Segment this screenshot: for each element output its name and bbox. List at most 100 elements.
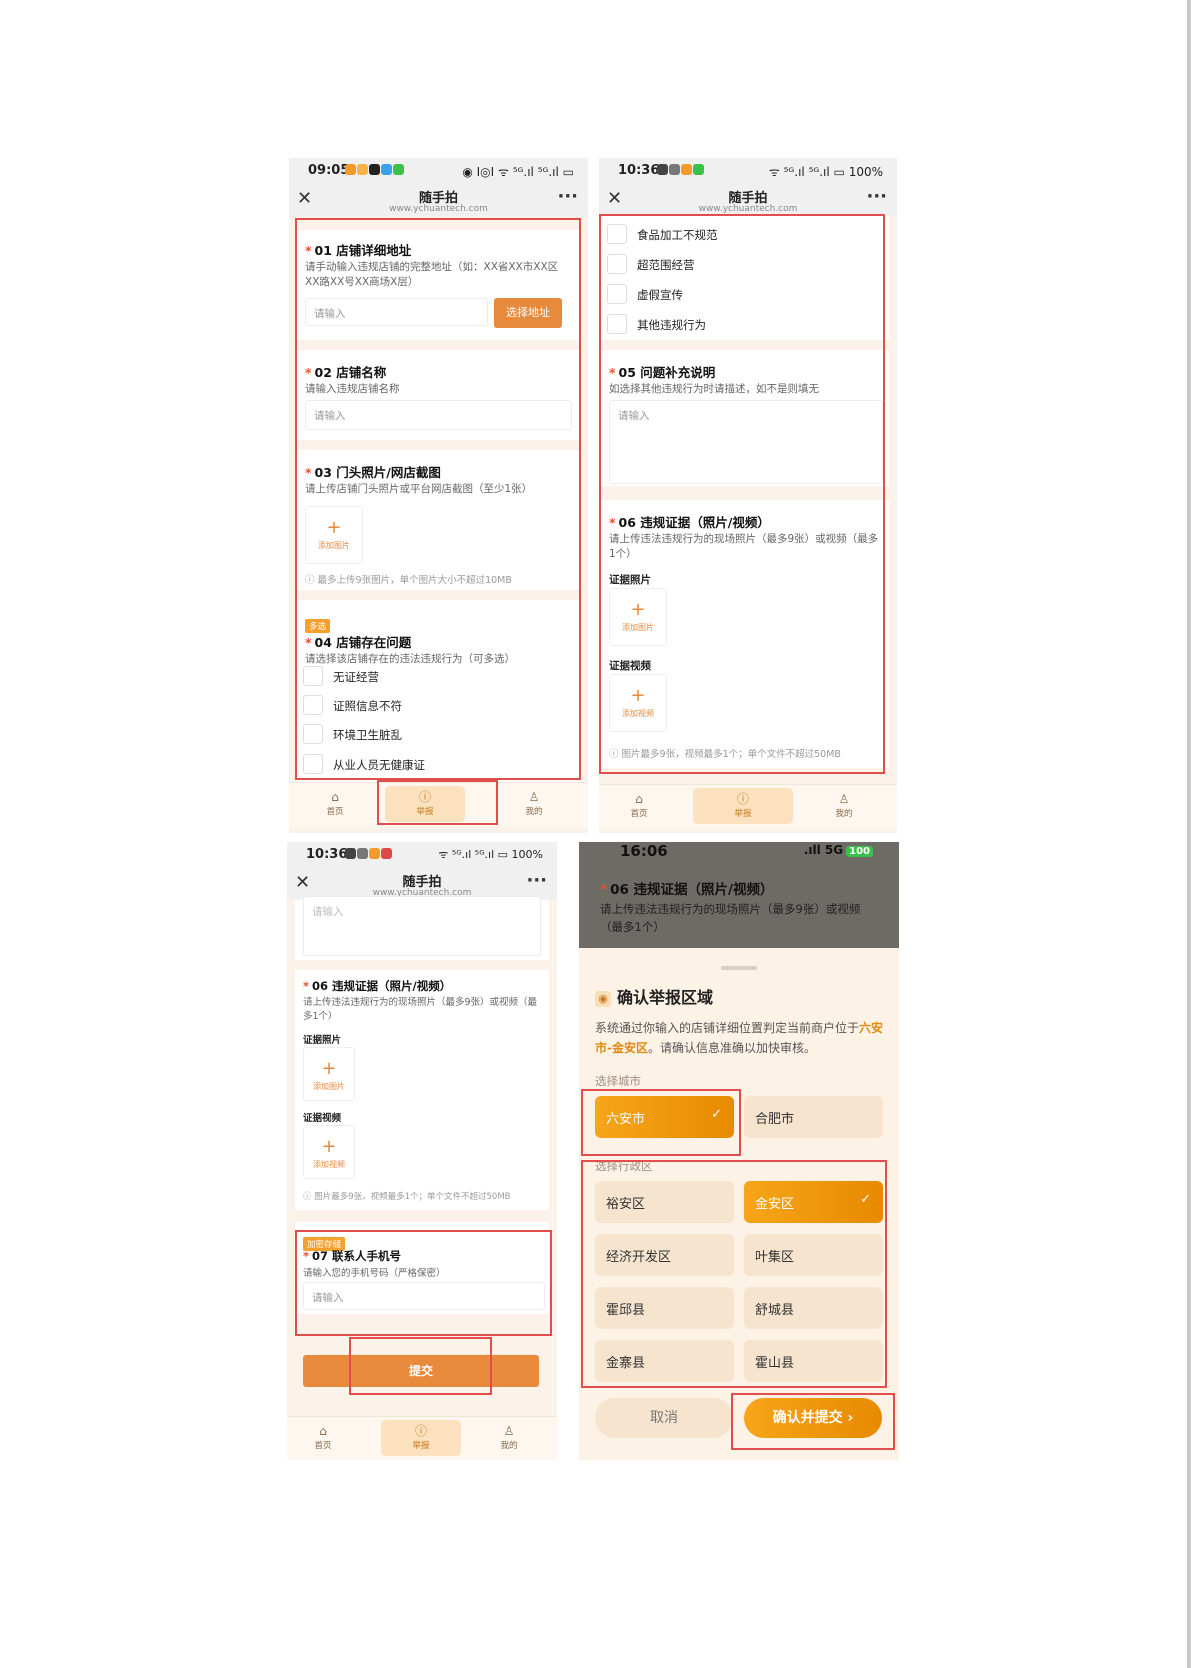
question-01-title: * 01 店铺详细地址 bbox=[305, 243, 412, 258]
submit-button[interactable]: 提交 bbox=[303, 1355, 539, 1387]
location-pin-icon: ◉ bbox=[595, 991, 611, 1007]
district-option[interactable]: 霍山县 bbox=[744, 1340, 883, 1382]
select-address-button[interactable]: 选择地址 bbox=[494, 298, 562, 328]
more-icon[interactable]: ··· bbox=[526, 870, 547, 891]
shop-name-input[interactable]: 请输入 bbox=[305, 400, 572, 430]
status-right-icons: ᯤ ⁵ᴳ.ıl ⁵ᴳ.ıl ▭ 100% bbox=[768, 165, 883, 179]
screenshot-2: 10:36 ᯤ ⁵ᴳ.ıl ⁵ᴳ.ıl ▭ 100% ✕ 随手拍 www.ych… bbox=[599, 158, 897, 833]
district-option[interactable]: 经济开发区 bbox=[595, 1234, 734, 1276]
add-video-button[interactable]: + 添加视频 bbox=[609, 674, 667, 732]
title-bar: ✕ 随手拍 www.ychuantech.com ··· bbox=[599, 184, 897, 216]
plus-icon: + bbox=[321, 1136, 337, 1157]
title-bar: ✕ 随手拍 www.ychuantech.com ··· bbox=[289, 184, 588, 216]
city-option-selected[interactable]: 六安市 ✓ bbox=[595, 1096, 734, 1138]
question-05-card-cut: 请输入 bbox=[295, 896, 549, 960]
status-time: 09:05 bbox=[308, 163, 350, 178]
confirm-submit-button[interactable]: 确认并提交 › bbox=[744, 1398, 882, 1438]
tab-mine[interactable]: ♙ 我的 bbox=[804, 788, 884, 824]
check-icon: ✓ bbox=[711, 1107, 722, 1122]
question-03-hint: 请上传店铺门头照片或平台网店截图（至少1张） bbox=[305, 483, 533, 495]
phone-input[interactable]: 请输入 bbox=[303, 1282, 545, 1310]
tab-report[interactable]: ⓘ 举报 bbox=[385, 786, 465, 822]
add-photo-button[interactable]: + 添加图片 bbox=[305, 506, 363, 564]
tab-mine[interactable]: ♙ 我的 bbox=[494, 786, 574, 822]
question-02-hint: 请输入违规店铺名称 bbox=[305, 383, 400, 395]
user-icon: ♙ bbox=[528, 790, 540, 804]
city-label: 选择城市 bbox=[595, 1074, 641, 1088]
description-textarea[interactable]: 请输入 bbox=[303, 896, 541, 956]
evidence-photo-label: 证据照片 bbox=[303, 1035, 342, 1046]
tab-home[interactable]: ⌂ 首页 bbox=[599, 788, 679, 824]
add-photo-label: 添加图片 bbox=[318, 541, 350, 550]
page-url: www.ychuantech.com bbox=[698, 204, 798, 214]
home-icon: ⌂ bbox=[319, 1424, 327, 1438]
city-option[interactable]: 合肥市 bbox=[744, 1096, 883, 1138]
checkbox-icon[interactable] bbox=[607, 284, 627, 304]
tab-report[interactable]: ⓘ 举报 bbox=[381, 1420, 461, 1456]
status-time: 10:36 bbox=[618, 163, 660, 178]
user-icon: ♙ bbox=[503, 1424, 515, 1438]
district-option[interactable]: 叶集区 bbox=[744, 1234, 883, 1276]
add-video-button[interactable]: + 添加视频 bbox=[303, 1125, 355, 1179]
confirm-region-sheet: ◉ 确认举报区域 系统通过你输入的店铺详细位置判定当前商户位于六安市-金安区。请确… bbox=[579, 948, 899, 1460]
description-textarea[interactable]: 请输入 bbox=[609, 400, 883, 484]
tab-home[interactable]: ⌂ 首页 bbox=[295, 786, 375, 822]
question-04-title: * 04 店铺存在问题 bbox=[305, 635, 412, 650]
plus-icon: + bbox=[630, 685, 646, 706]
question-04-hint: 请选择该店铺存在的违法违规行为（可多选） bbox=[305, 653, 515, 665]
bottom-tab-bar: ⌂ 首页 ⓘ 举报 ♙ 我的 bbox=[289, 782, 588, 827]
sheet-drag-handle[interactable] bbox=[721, 966, 757, 970]
battery-icon: 100 bbox=[846, 846, 873, 857]
sheet-description: 系统通过你输入的店铺详细位置判定当前商户位于六安市-金安区。请确认信息准确以加快… bbox=[595, 1021, 884, 1055]
question-05-title: * 05 问题补充说明 bbox=[609, 365, 716, 380]
checkbox-icon[interactable] bbox=[303, 754, 323, 774]
plus-icon: + bbox=[321, 1058, 337, 1079]
more-icon[interactable]: ··· bbox=[557, 186, 578, 207]
add-photo-button[interactable]: + 添加图片 bbox=[609, 588, 667, 646]
question-01-hint: 请手动输入违规店铺的完整地址（如：XX省XX市XX区XX路XX号XX商场X层） bbox=[305, 261, 559, 288]
question-07-card: 加密存储 * 07 联系人手机号 请输入您的手机号码（严格保密） 请输入 bbox=[295, 1222, 549, 1314]
user-icon: ♙ bbox=[838, 792, 850, 806]
report-icon: ⓘ bbox=[418, 790, 431, 804]
status-bar: 09:05 ◉ I◎I ᯤ ⁵ᴳ.ıl ⁵ᴳ.ıl ▭ bbox=[289, 158, 588, 184]
tab-home[interactable]: ⌂ 首页 bbox=[287, 1420, 363, 1456]
question-06-card: * 06 违规证据（照片/视频） 请上传违法违规行为的现场照片（最多9张）或视频（… bbox=[601, 500, 889, 768]
report-icon: ⓘ bbox=[414, 1424, 427, 1438]
notification-icons bbox=[345, 847, 393, 862]
page-scrollbar-edge bbox=[1187, 0, 1191, 1668]
district-option[interactable]: 霍邱县 bbox=[595, 1287, 734, 1329]
status-bar: 10:36 ᯤ ⁵ᴳ.ıl ⁵ᴳ.ıl ▭ 100% bbox=[599, 158, 897, 184]
check-icon: ✓ bbox=[860, 1192, 871, 1207]
file-limit-note: ⓘ 图片最多9张，视频最多1个；单个文件不超过50MB bbox=[609, 749, 841, 760]
home-icon: ⌂ bbox=[635, 792, 643, 806]
tab-mine[interactable]: ♙ 我的 bbox=[469, 1420, 549, 1456]
checkbox-icon[interactable] bbox=[303, 695, 323, 715]
question-02-title: * 02 店铺名称 bbox=[305, 365, 387, 380]
screenshot-3: 10:36 ᯤ ⁵ᴳ.ıl ⁵ᴳ.ıl ▭ 100% ✕ 随手拍 www.ych… bbox=[287, 842, 557, 1460]
upload-limit-note: ⓘ 最多上传9张图片，单个图片大小不超过10MB bbox=[305, 575, 512, 586]
checkbox-icon[interactable] bbox=[607, 254, 627, 274]
question-06-title-dimmed: * 06 违规证据（照片/视频） bbox=[600, 882, 774, 898]
question-05-hint: 如选择其他违规行为时请描述，如不是则填无 bbox=[609, 383, 819, 395]
checkbox-icon[interactable] bbox=[607, 314, 627, 334]
checkbox-icon[interactable] bbox=[607, 224, 627, 244]
checkbox-icon[interactable] bbox=[303, 666, 323, 686]
question-05-card: * 05 问题补充说明 如选择其他违规行为时请描述，如不是则填无 请输入 bbox=[601, 350, 889, 486]
report-icon: ⓘ bbox=[736, 792, 749, 806]
district-option-selected[interactable]: 金安区 ✓ bbox=[744, 1181, 883, 1223]
notification-icons bbox=[657, 163, 705, 178]
checkbox-icon[interactable] bbox=[303, 724, 323, 744]
district-option[interactable]: 舒城县 bbox=[744, 1287, 883, 1329]
question-04-card-continued: 食品加工不规范 超范围经营 虚假宣传 其他违规行为 bbox=[601, 216, 889, 340]
notification-icons bbox=[345, 163, 405, 178]
question-02-card: * 02 店铺名称 请输入违规店铺名称 请输入 bbox=[297, 350, 580, 440]
multi-select-tag: 多选 bbox=[305, 614, 331, 633]
tab-report[interactable]: ⓘ 举报 bbox=[693, 788, 793, 824]
cancel-button[interactable]: 取消 bbox=[595, 1398, 733, 1438]
more-icon[interactable]: ··· bbox=[866, 186, 887, 207]
district-option[interactable]: 金寨县 bbox=[595, 1340, 734, 1382]
add-photo-button[interactable]: + 添加图片 bbox=[303, 1047, 355, 1101]
district-option[interactable]: 裕安区 bbox=[595, 1181, 734, 1223]
question-04-card: 多选 * 04 店铺存在问题 请选择该店铺存在的违法违规行为（可多选） 无证经营 … bbox=[297, 600, 580, 790]
address-input[interactable]: 请输入 bbox=[305, 298, 488, 326]
